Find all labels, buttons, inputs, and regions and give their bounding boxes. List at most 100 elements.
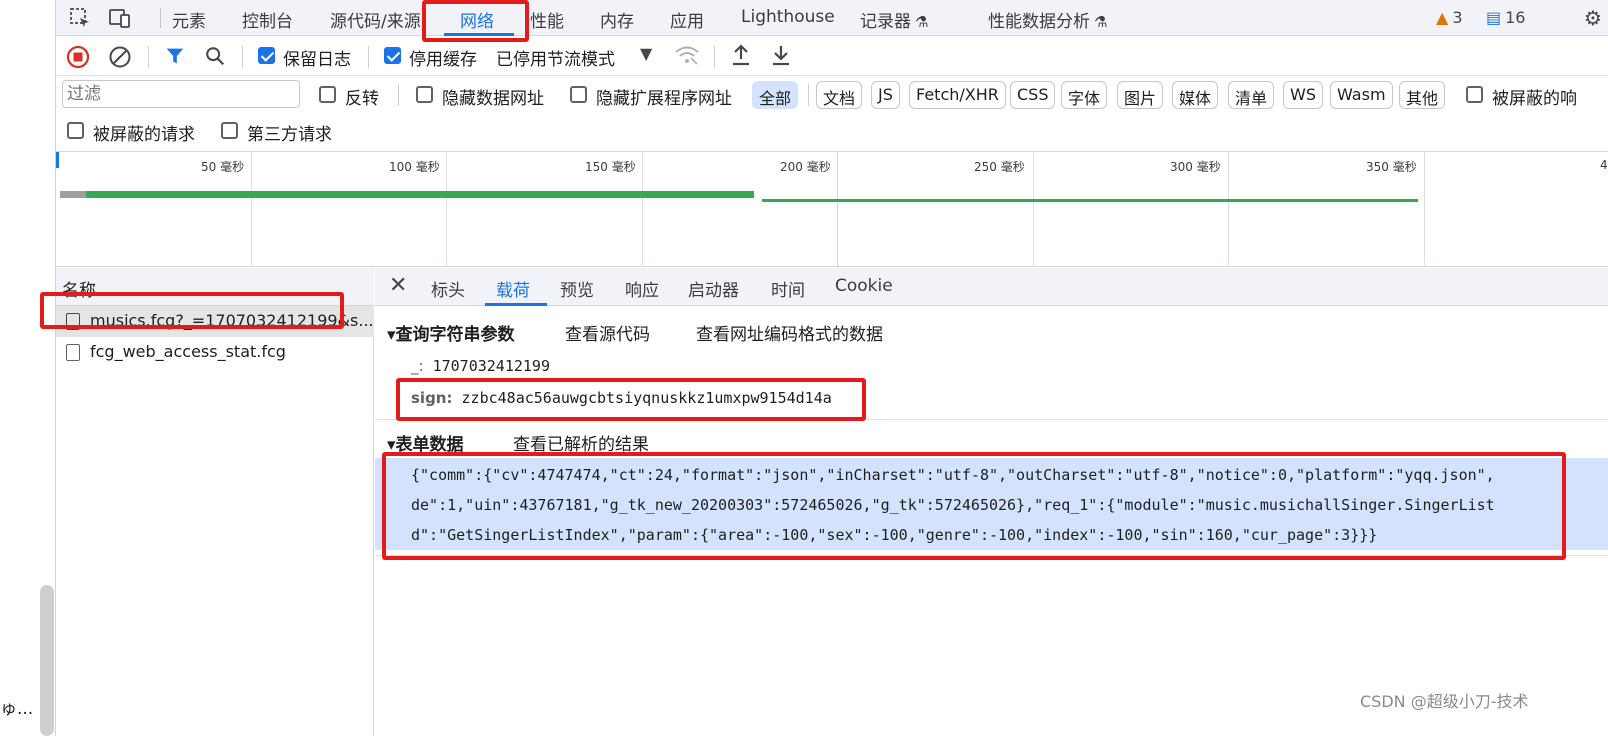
warnings-count: 3 — [1452, 8, 1463, 27]
request-name: fcg_web_access_stat.fcg — [90, 342, 286, 361]
watermark: CSDN @超级小刀-技术 — [1360, 692, 1529, 711]
message-icon: ▤ — [1486, 8, 1502, 27]
search-icon[interactable] — [204, 45, 226, 67]
network-toolbar: 保留日志 停用缓存 已停用节流模式 ▼ — [56, 36, 1608, 76]
timeline-gridline — [837, 152, 838, 267]
request-row[interactable]: fcg_web_access_stat.fcg — [56, 337, 374, 368]
toolbar-separator — [368, 46, 369, 68]
filter-separator — [398, 84, 399, 106]
stop-recording-icon[interactable] — [66, 45, 90, 69]
chip-manifest[interactable]: 清单 — [1228, 81, 1275, 109]
messages-badge[interactable]: ▤ 16 — [1486, 8, 1525, 27]
tab-headers[interactable]: 标头 — [431, 276, 465, 301]
third-party-checkbox[interactable] — [221, 122, 238, 139]
chip-ws[interactable]: WS — [1283, 81, 1323, 109]
timeline-window-handle[interactable] — [56, 152, 59, 168]
hide-data-urls-checkbox[interactable] — [416, 86, 433, 103]
tab-memory[interactable]: 内存 — [600, 7, 634, 32]
chip-doc[interactable]: 文档 — [816, 81, 863, 109]
experiment-flask-icon: ⚗ — [915, 13, 929, 31]
timeline-gridline — [642, 152, 643, 267]
gear-icon[interactable]: ⚙ — [1584, 6, 1602, 30]
view-url-encoded-link[interactable]: 查看网址编码格式的数据 — [696, 320, 883, 345]
detail-tab-bar: ✕ 标头 载荷 预览 响应 启动器 时间 Cookie — [375, 268, 1608, 306]
download-har-icon[interactable] — [770, 43, 792, 67]
timeline-tick-label: 100 毫秒 — [389, 160, 440, 174]
invert-checkbox[interactable] — [319, 86, 336, 103]
chip-wasm[interactable]: Wasm — [1330, 81, 1393, 109]
blocked-cookies-checkbox[interactable] — [1466, 86, 1483, 103]
upload-har-icon[interactable] — [730, 43, 752, 67]
tab-payload[interactable]: 载荷 — [496, 276, 530, 301]
highlight-request-row — [40, 292, 344, 329]
tab-elements[interactable]: 元素 — [172, 7, 206, 32]
query-param-row: _: 1707032412199 — [411, 357, 550, 375]
timeline-tick-label: 250 毫秒 — [974, 160, 1025, 174]
chip-other[interactable]: 其他 — [1399, 81, 1446, 109]
view-source-link[interactable]: 查看源代码 — [565, 320, 650, 345]
warnings-badge[interactable]: ▲ 3 — [1436, 8, 1463, 27]
tab-sources[interactable]: 源代码/来源 — [330, 7, 421, 32]
timeline-tick-label: 200 毫秒 — [780, 160, 831, 174]
tab-initiator[interactable]: 启动器 — [688, 276, 739, 301]
tab-application[interactable]: 应用 — [670, 7, 704, 32]
tab-cookies[interactable]: Cookie — [835, 276, 893, 296]
network-conditions-wifi-icon[interactable] — [674, 44, 700, 66]
page-scrollbar[interactable] — [40, 585, 54, 736]
toolbar-separator — [714, 46, 715, 68]
devtools-tab-bar: 元素 控制台 源代码/来源 网络 性能 内存 应用 Lighthouse 记录器… — [56, 0, 1608, 36]
disable-cache-checkbox[interactable] — [384, 47, 401, 64]
timeline-request-bar — [762, 199, 1418, 202]
filter-bar: 反转 隐藏数据网址 隐藏扩展程序网址 全部 文档 JS Fetch/XHR CS… — [56, 76, 1608, 152]
tab-preview[interactable]: 预览 — [560, 276, 594, 301]
timeline-gridline — [446, 152, 447, 267]
tab-recorder[interactable]: 记录器 ⚗ — [860, 7, 928, 32]
timeline-tick-label: 300 毫秒 — [1170, 160, 1221, 174]
timeline-request-bar — [60, 191, 754, 198]
blocked-cookies-label: 被屏蔽的响 — [1492, 89, 1577, 109]
third-party-label: 第三方请求 — [247, 125, 332, 145]
preserve-log-checkbox[interactable] — [258, 47, 275, 64]
file-icon — [66, 344, 80, 361]
timeline-tick-label: 50 毫秒 — [201, 160, 245, 174]
timeline-gridline — [1424, 152, 1425, 267]
close-icon[interactable]: ✕ — [389, 273, 407, 298]
chip-font[interactable]: 字体 — [1061, 81, 1108, 109]
filter-separator — [808, 84, 809, 106]
throttling-select[interactable]: 已停用节流模式 — [496, 45, 615, 70]
query-params-section-header[interactable]: ▾查询字符串参数 — [387, 320, 515, 345]
filter-input[interactable] — [62, 80, 300, 108]
tab-response[interactable]: 响应 — [625, 276, 659, 301]
hide-extension-urls-checkbox[interactable] — [570, 86, 587, 103]
chip-css[interactable]: CSS — [1010, 81, 1056, 109]
tab-performance[interactable]: 性能 — [530, 7, 564, 32]
inspect-element-icon[interactable] — [68, 6, 92, 30]
chevron-down-icon[interactable]: ▼ — [640, 44, 652, 63]
tab-payload-underline — [485, 303, 547, 306]
timeline-request-wait-bar — [60, 191, 86, 198]
tab-performance-insights-label: 性能数据分析 — [988, 12, 1090, 32]
timeline-tick-label: 4 — [1600, 158, 1608, 172]
tab-timing[interactable]: 时间 — [771, 276, 805, 301]
tab-recorder-label: 记录器 — [860, 12, 911, 32]
chip-js[interactable]: JS — [871, 81, 900, 109]
timeline-overview[interactable]: 50 毫秒 100 毫秒 150 毫秒 200 毫秒 250 毫秒 300 毫秒… — [56, 152, 1608, 267]
timeline-gridline — [1228, 152, 1229, 267]
chip-fetch-xhr[interactable]: Fetch/XHR — [909, 81, 1006, 109]
tab-performance-insights[interactable]: 性能数据分析 ⚗ — [988, 7, 1107, 32]
tab-console[interactable]: 控制台 — [242, 7, 293, 32]
warning-icon: ▲ — [1436, 8, 1449, 27]
filter-icon[interactable] — [164, 45, 186, 67]
blocked-requests-label: 被屏蔽的请求 — [93, 125, 195, 145]
blocked-requests-checkbox[interactable] — [67, 122, 84, 139]
highlight-sign-param — [396, 378, 866, 421]
device-toolbar-icon[interactable] — [108, 6, 132, 30]
tab-lighthouse[interactable]: Lighthouse — [741, 7, 835, 27]
disable-cache-label: 停用缓存 — [409, 50, 477, 70]
chip-img[interactable]: 图片 — [1117, 81, 1164, 109]
tab-separator — [160, 8, 161, 28]
chip-media[interactable]: 媒体 — [1172, 81, 1219, 109]
clear-icon[interactable] — [108, 45, 132, 69]
hide-extension-urls-label: 隐藏扩展程序网址 — [596, 89, 732, 109]
chip-all[interactable]: 全部 — [752, 81, 799, 109]
